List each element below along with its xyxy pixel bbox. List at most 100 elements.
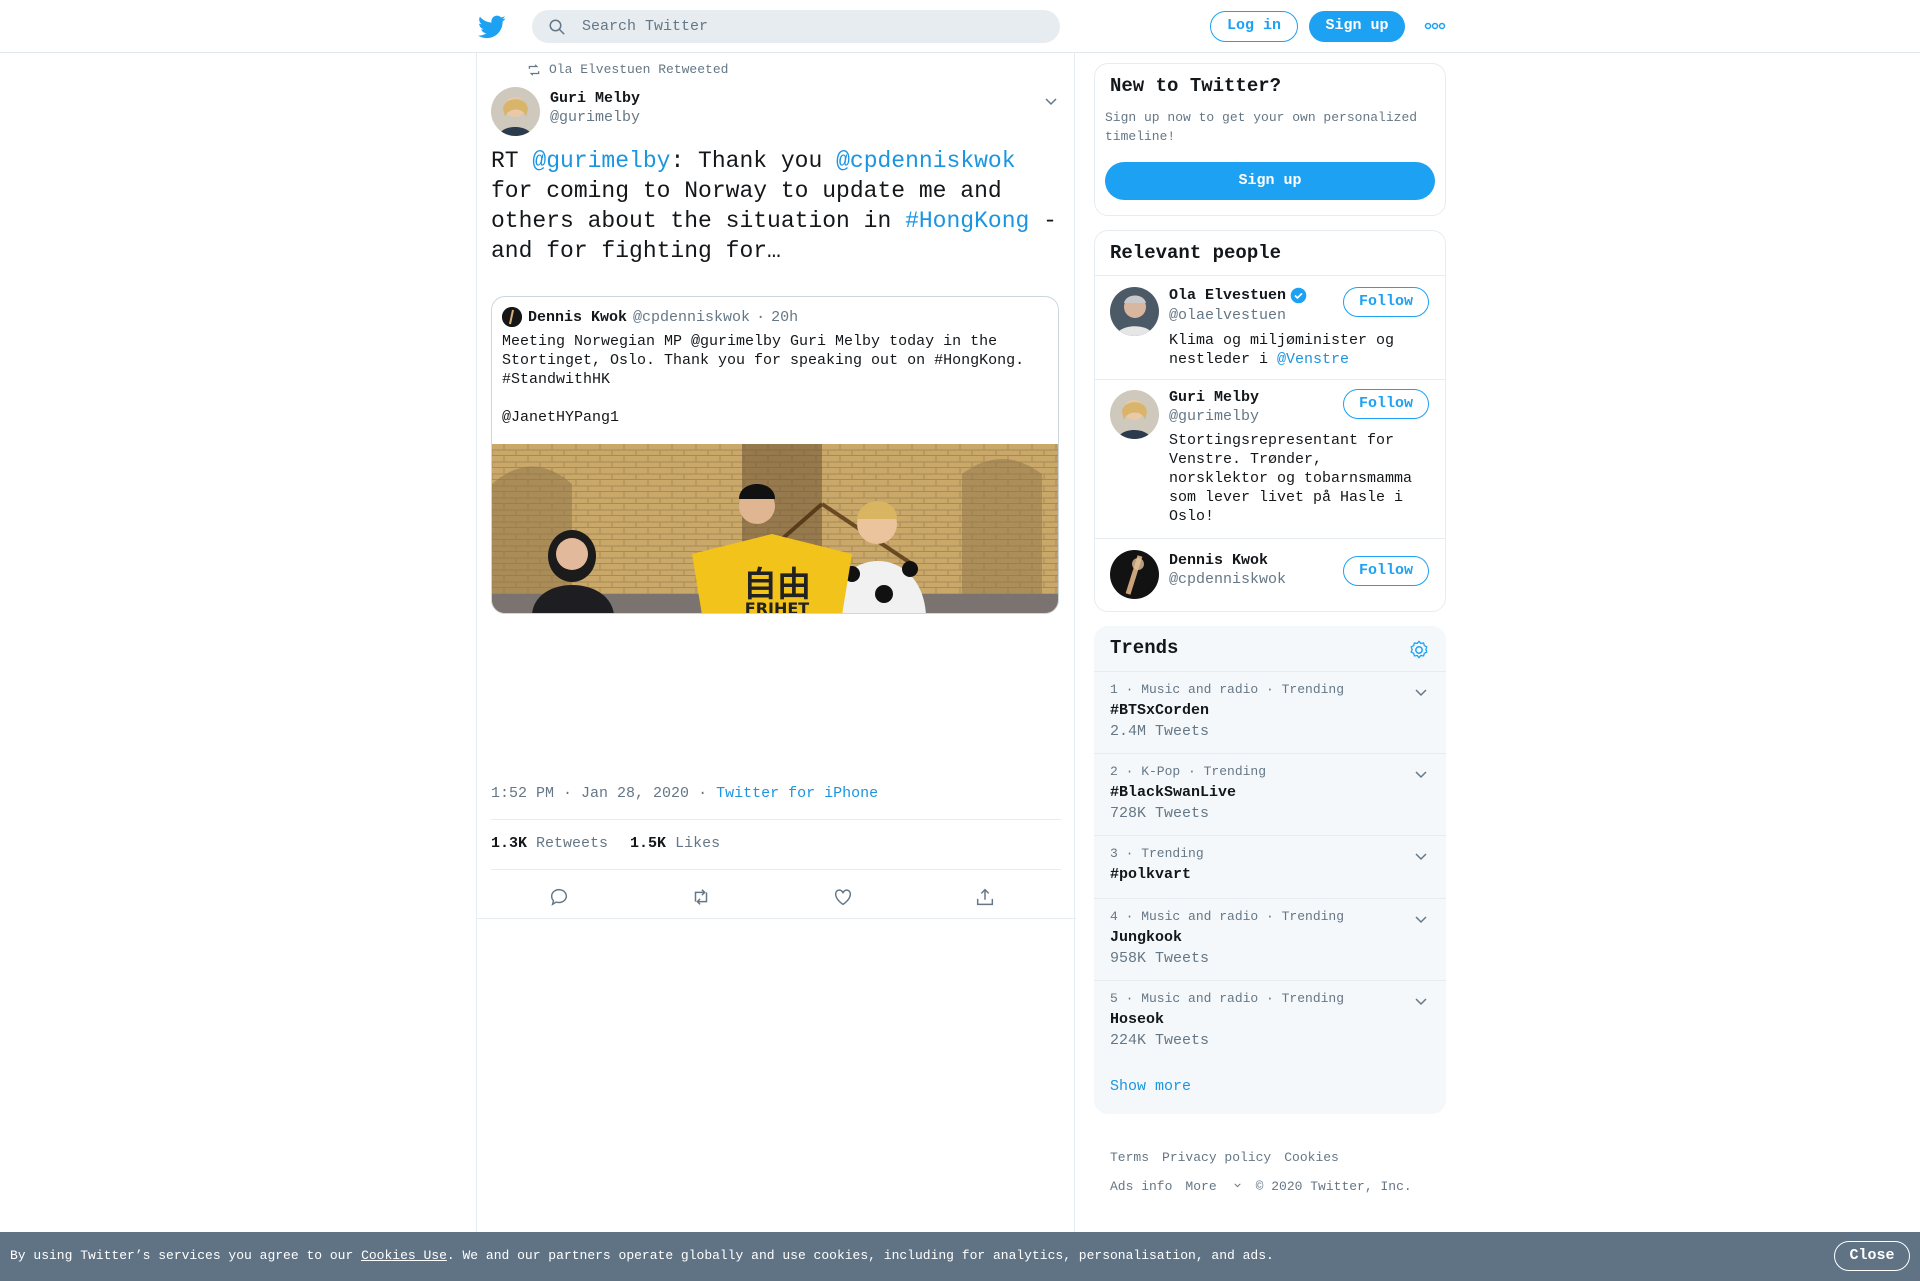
chevron-down-icon[interactable] bbox=[1043, 93, 1059, 109]
quoted-author-handle[interactable]: @cpdenniskwok bbox=[633, 309, 750, 326]
divider bbox=[491, 819, 1061, 820]
search-box[interactable] bbox=[532, 10, 1060, 43]
person-avatar[interactable] bbox=[1110, 550, 1159, 599]
person-avatar[interactable] bbox=[1110, 390, 1159, 439]
person-bio: Klima og miljøminister og nestleder i @V… bbox=[1169, 331, 1419, 369]
trend-item[interactable]: 1 · Music and radio · Trending #BTSxCord… bbox=[1094, 671, 1446, 753]
chevron-down-icon[interactable] bbox=[1413, 993, 1429, 1009]
retweets-count: 1.3K bbox=[491, 835, 528, 852]
trend-meta: 1 · Music and radio · Trending bbox=[1110, 682, 1345, 697]
follow-button[interactable]: Follow bbox=[1343, 556, 1429, 586]
author-handle[interactable]: @gurimelby bbox=[550, 109, 640, 126]
trend-item[interactable]: 4 · Music and radio · Trending Jungkook … bbox=[1094, 898, 1446, 980]
trend-meta: 2 · K-Pop · Trending bbox=[1110, 764, 1267, 779]
trend-item[interactable]: 3 · Trending #polkvart bbox=[1094, 835, 1446, 898]
person-handle[interactable]: @gurimelby bbox=[1169, 408, 1259, 425]
person-handle[interactable]: @olaelvestuen bbox=[1169, 307, 1286, 324]
quoted-tweet[interactable]: Dennis Kwok @cpdenniskwok · 20h Meeting … bbox=[491, 296, 1059, 614]
trend-item[interactable]: 2 · K-Pop · Trending #BlackSwanLive 728K… bbox=[1094, 753, 1446, 835]
tweet-timestamp[interactable]: 1:52 PM · Jan 28, 2020 bbox=[491, 785, 689, 802]
chevron-down-icon[interactable] bbox=[1413, 911, 1429, 927]
twitter-logo-icon[interactable] bbox=[478, 13, 506, 41]
retweets-stat[interactable]: 1.3K Retweets bbox=[491, 835, 608, 852]
trend-name[interactable]: Jungkook bbox=[1110, 929, 1182, 946]
trends-card: Trends 1 · Music and radio · Trending #B… bbox=[1094, 626, 1446, 1114]
quoted-author-name[interactable]: Dennis Kwok bbox=[528, 309, 627, 326]
chevron-down-icon[interactable] bbox=[1413, 684, 1429, 700]
trend-item[interactable]: 5 · Music and radio · Trending Hoseok 22… bbox=[1094, 980, 1446, 1062]
search-icon bbox=[549, 19, 565, 35]
footer-more-menu[interactable]: More bbox=[1185, 1172, 1242, 1201]
tweet-column: Ola Elvestuen Retweeted Guri Melby @guri… bbox=[476, 53, 1076, 1233]
divider bbox=[491, 869, 1061, 870]
reply-icon[interactable] bbox=[548, 886, 570, 908]
trend-name[interactable]: #BTSxCorden bbox=[1110, 702, 1209, 719]
tweet-text: RT @gurimelby: Thank you @cpdenniskwok f… bbox=[491, 146, 1061, 266]
sidebar-signup-button[interactable]: Sign up bbox=[1105, 162, 1435, 200]
person-item[interactable]: Guri Melby @gurimelby Stortingsrepresent… bbox=[1095, 379, 1445, 538]
cookie-close-button[interactable]: Close bbox=[1834, 1241, 1910, 1271]
person-handle[interactable]: @cpdenniskwok bbox=[1169, 571, 1286, 588]
footer-cookies-link[interactable]: Cookies bbox=[1284, 1143, 1339, 1172]
retweet-small-icon bbox=[528, 63, 540, 76]
trends-title: Trends bbox=[1110, 637, 1179, 659]
hashtag-link[interactable]: #HongKong bbox=[905, 208, 1029, 234]
signup-button[interactable]: Sign up bbox=[1309, 11, 1405, 42]
trend-name[interactable]: #BlackSwanLive bbox=[1110, 784, 1236, 801]
tweet-timestamp-line: 1:52 PM · Jan 28, 2020 · Twitter for iPh… bbox=[491, 785, 878, 802]
mention-link[interactable]: @gurimelby bbox=[532, 148, 670, 174]
quoted-tweet-photo[interactable]: 自由 FRIHET bbox=[492, 444, 1059, 614]
follow-button[interactable]: Follow bbox=[1343, 389, 1429, 419]
likes-stat[interactable]: 1.5K Likes bbox=[630, 835, 720, 852]
chevron-down-icon[interactable] bbox=[1413, 766, 1429, 782]
cookie-banner: By using Twitter’s services you agree to… bbox=[0, 1232, 1920, 1281]
mention-link[interactable]: @cpdenniskwok bbox=[836, 148, 1015, 174]
shirt-text: FRIHET bbox=[745, 599, 810, 614]
trend-name[interactable]: #polkvart bbox=[1110, 866, 1191, 883]
tweet-stats: 1.3K Retweets 1.5K Likes bbox=[491, 835, 720, 852]
person-name[interactable]: Dennis Kwok bbox=[1169, 552, 1268, 569]
follow-button[interactable]: Follow bbox=[1343, 287, 1429, 317]
more-options-icon[interactable] bbox=[1424, 19, 1446, 33]
person-name[interactable]: Guri Melby bbox=[1169, 389, 1259, 406]
tweet-text-part: : Thank you bbox=[670, 148, 837, 174]
retweeted-by-label: Ola Elvestuen Retweeted bbox=[549, 62, 729, 77]
trend-count: 224K Tweets bbox=[1110, 1032, 1210, 1049]
relevant-people-title: Relevant people bbox=[1110, 242, 1282, 264]
new-to-twitter-title: New to Twitter? bbox=[1110, 75, 1282, 97]
person-bio: Stortingsrepresentant for Venstre. Trønd… bbox=[1169, 432, 1413, 525]
chevron-down-icon[interactable] bbox=[1413, 848, 1429, 864]
cookie-text-after: . We and our partners operate globally a… bbox=[446, 1248, 1274, 1263]
retweet-context[interactable]: Ola Elvestuen Retweeted bbox=[527, 62, 728, 77]
cookies-use-link[interactable]: Cookies Use bbox=[361, 1248, 447, 1263]
person-avatar[interactable] bbox=[1110, 287, 1159, 336]
share-icon[interactable] bbox=[974, 886, 996, 908]
separator-dot: · bbox=[698, 785, 708, 802]
mention-link[interactable]: @Venstre bbox=[1277, 351, 1349, 368]
footer-more-label: More bbox=[1185, 1179, 1217, 1194]
quoted-timestamp[interactable]: 20h bbox=[771, 309, 798, 326]
footer-ads-info-link[interactable]: Ads info bbox=[1110, 1172, 1172, 1201]
person-name-row[interactable]: Ola Elvestuen bbox=[1169, 287, 1307, 304]
person-name: Ola Elvestuen bbox=[1169, 287, 1287, 304]
settings-gear-icon[interactable] bbox=[1408, 639, 1430, 661]
search-input[interactable] bbox=[582, 10, 1042, 43]
likes-label: Likes bbox=[675, 835, 721, 852]
trend-name[interactable]: Hoseok bbox=[1110, 1011, 1164, 1028]
person-item[interactable]: Dennis Kwok @cpdenniskwok Follow bbox=[1095, 538, 1445, 611]
footer-privacy-link[interactable]: Privacy policy bbox=[1162, 1143, 1271, 1172]
relevant-people-card: Relevant people Ola Elvestuen @olaelvest… bbox=[1094, 230, 1446, 612]
like-icon[interactable] bbox=[832, 886, 854, 908]
retweet-icon[interactable] bbox=[690, 886, 712, 908]
show-more-link[interactable]: Show more bbox=[1110, 1078, 1191, 1095]
trend-meta: 5 · Music and radio · Trending bbox=[1110, 991, 1345, 1006]
author-name[interactable]: Guri Melby bbox=[550, 90, 640, 107]
person-item[interactable]: Ola Elvestuen @olaelvestuen Klima og mil… bbox=[1095, 275, 1445, 379]
verified-badge-icon bbox=[1290, 287, 1307, 304]
author-avatar[interactable] bbox=[491, 87, 540, 136]
tweet-source-link[interactable]: Twitter for iPhone bbox=[716, 785, 878, 802]
footer-terms-link[interactable]: Terms bbox=[1110, 1143, 1149, 1172]
separator-dot: · bbox=[756, 308, 766, 326]
quoted-author-avatar[interactable] bbox=[502, 307, 522, 327]
login-button[interactable]: Log in bbox=[1210, 11, 1298, 42]
